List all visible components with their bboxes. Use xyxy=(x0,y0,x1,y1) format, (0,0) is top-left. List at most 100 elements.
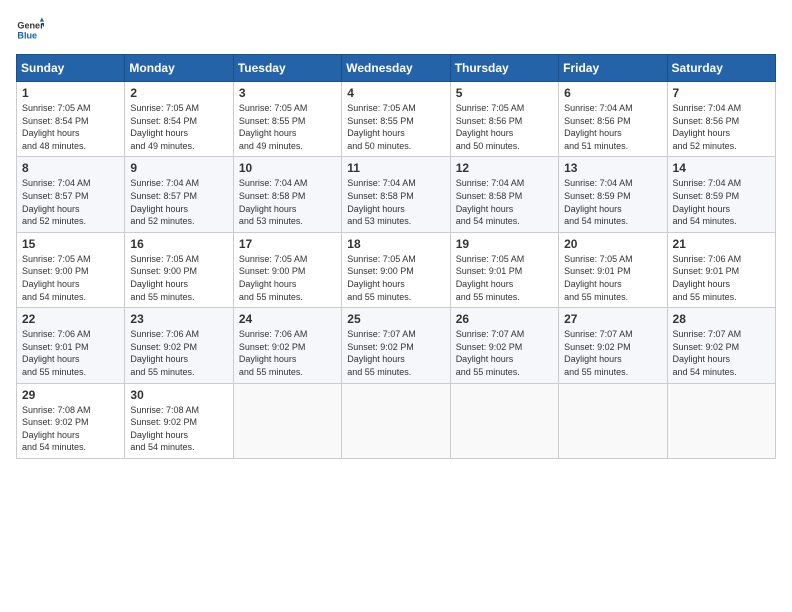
calendar-header-tuesday: Tuesday xyxy=(233,55,341,82)
calendar-cell xyxy=(233,383,341,458)
day-info: Sunrise: 7:05 AM Sunset: 8:55 PM Dayligh… xyxy=(239,102,336,152)
calendar-cell: 23 Sunrise: 7:06 AM Sunset: 9:02 PM Dayl… xyxy=(125,308,233,383)
calendar-header-friday: Friday xyxy=(559,55,667,82)
calendar-header-saturday: Saturday xyxy=(667,55,775,82)
day-info: Sunrise: 7:05 AM Sunset: 9:00 PM Dayligh… xyxy=(22,253,119,303)
day-number: 25 xyxy=(347,312,444,326)
day-number: 1 xyxy=(22,86,119,100)
calendar-cell xyxy=(667,383,775,458)
day-number: 13 xyxy=(564,161,661,175)
day-info: Sunrise: 7:05 AM Sunset: 8:55 PM Dayligh… xyxy=(347,102,444,152)
calendar-cell: 16 Sunrise: 7:05 AM Sunset: 9:00 PM Dayl… xyxy=(125,232,233,307)
day-number: 4 xyxy=(347,86,444,100)
svg-text:Blue: Blue xyxy=(17,30,37,40)
day-info: Sunrise: 7:05 AM Sunset: 9:01 PM Dayligh… xyxy=(564,253,661,303)
day-number: 30 xyxy=(130,388,227,402)
calendar-cell: 3 Sunrise: 7:05 AM Sunset: 8:55 PM Dayli… xyxy=(233,82,341,157)
calendar-cell: 19 Sunrise: 7:05 AM Sunset: 9:01 PM Dayl… xyxy=(450,232,558,307)
day-number: 6 xyxy=(564,86,661,100)
calendar-cell: 22 Sunrise: 7:06 AM Sunset: 9:01 PM Dayl… xyxy=(17,308,125,383)
calendar-header-row: SundayMondayTuesdayWednesdayThursdayFrid… xyxy=(17,55,776,82)
calendar-cell: 9 Sunrise: 7:04 AM Sunset: 8:57 PM Dayli… xyxy=(125,157,233,232)
day-number: 22 xyxy=(22,312,119,326)
day-number: 10 xyxy=(239,161,336,175)
day-info: Sunrise: 7:07 AM Sunset: 9:02 PM Dayligh… xyxy=(347,328,444,378)
day-number: 5 xyxy=(456,86,553,100)
day-info: Sunrise: 7:04 AM Sunset: 8:59 PM Dayligh… xyxy=(673,177,770,227)
day-number: 14 xyxy=(673,161,770,175)
calendar-table: SundayMondayTuesdayWednesdayThursdayFrid… xyxy=(16,54,776,459)
calendar-cell xyxy=(450,383,558,458)
day-info: Sunrise: 7:05 AM Sunset: 9:01 PM Dayligh… xyxy=(456,253,553,303)
day-number: 24 xyxy=(239,312,336,326)
day-info: Sunrise: 7:04 AM Sunset: 8:56 PM Dayligh… xyxy=(564,102,661,152)
day-info: Sunrise: 7:07 AM Sunset: 9:02 PM Dayligh… xyxy=(564,328,661,378)
calendar-header-monday: Monday xyxy=(125,55,233,82)
header: General Blue xyxy=(16,16,776,44)
calendar-week-3: 15 Sunrise: 7:05 AM Sunset: 9:00 PM Dayl… xyxy=(17,232,776,307)
calendar-cell: 5 Sunrise: 7:05 AM Sunset: 8:56 PM Dayli… xyxy=(450,82,558,157)
day-info: Sunrise: 7:05 AM Sunset: 9:00 PM Dayligh… xyxy=(239,253,336,303)
day-number: 28 xyxy=(673,312,770,326)
day-info: Sunrise: 7:04 AM Sunset: 8:56 PM Dayligh… xyxy=(673,102,770,152)
day-info: Sunrise: 7:05 AM Sunset: 8:56 PM Dayligh… xyxy=(456,102,553,152)
calendar-cell xyxy=(559,383,667,458)
calendar-body: 1 Sunrise: 7:05 AM Sunset: 8:54 PM Dayli… xyxy=(17,82,776,459)
calendar-header-sunday: Sunday xyxy=(17,55,125,82)
day-info: Sunrise: 7:05 AM Sunset: 9:00 PM Dayligh… xyxy=(347,253,444,303)
day-info: Sunrise: 7:04 AM Sunset: 8:58 PM Dayligh… xyxy=(347,177,444,227)
calendar-cell: 10 Sunrise: 7:04 AM Sunset: 8:58 PM Dayl… xyxy=(233,157,341,232)
day-number: 3 xyxy=(239,86,336,100)
day-info: Sunrise: 7:05 AM Sunset: 8:54 PM Dayligh… xyxy=(22,102,119,152)
calendar-cell: 1 Sunrise: 7:05 AM Sunset: 8:54 PM Dayli… xyxy=(17,82,125,157)
calendar-week-4: 22 Sunrise: 7:06 AM Sunset: 9:01 PM Dayl… xyxy=(17,308,776,383)
day-info: Sunrise: 7:06 AM Sunset: 9:02 PM Dayligh… xyxy=(239,328,336,378)
day-number: 26 xyxy=(456,312,553,326)
calendar-cell: 6 Sunrise: 7:04 AM Sunset: 8:56 PM Dayli… xyxy=(559,82,667,157)
day-number: 18 xyxy=(347,237,444,251)
calendar-week-5: 29 Sunrise: 7:08 AM Sunset: 9:02 PM Dayl… xyxy=(17,383,776,458)
calendar-week-2: 8 Sunrise: 7:04 AM Sunset: 8:57 PM Dayli… xyxy=(17,157,776,232)
day-info: Sunrise: 7:04 AM Sunset: 8:58 PM Dayligh… xyxy=(239,177,336,227)
calendar-cell: 11 Sunrise: 7:04 AM Sunset: 8:58 PM Dayl… xyxy=(342,157,450,232)
day-number: 11 xyxy=(347,161,444,175)
calendar-cell: 15 Sunrise: 7:05 AM Sunset: 9:00 PM Dayl… xyxy=(17,232,125,307)
day-number: 23 xyxy=(130,312,227,326)
svg-text:General: General xyxy=(17,21,44,31)
day-info: Sunrise: 7:07 AM Sunset: 9:02 PM Dayligh… xyxy=(673,328,770,378)
day-number: 8 xyxy=(22,161,119,175)
day-info: Sunrise: 7:04 AM Sunset: 8:58 PM Dayligh… xyxy=(456,177,553,227)
day-number: 7 xyxy=(673,86,770,100)
calendar-cell: 25 Sunrise: 7:07 AM Sunset: 9:02 PM Dayl… xyxy=(342,308,450,383)
day-info: Sunrise: 7:06 AM Sunset: 9:01 PM Dayligh… xyxy=(22,328,119,378)
day-info: Sunrise: 7:04 AM Sunset: 8:59 PM Dayligh… xyxy=(564,177,661,227)
calendar-cell: 2 Sunrise: 7:05 AM Sunset: 8:54 PM Dayli… xyxy=(125,82,233,157)
day-number: 2 xyxy=(130,86,227,100)
day-number: 15 xyxy=(22,237,119,251)
logo: General Blue xyxy=(16,16,44,44)
calendar-cell: 12 Sunrise: 7:04 AM Sunset: 8:58 PM Dayl… xyxy=(450,157,558,232)
calendar-cell: 8 Sunrise: 7:04 AM Sunset: 8:57 PM Dayli… xyxy=(17,157,125,232)
day-info: Sunrise: 7:05 AM Sunset: 8:54 PM Dayligh… xyxy=(130,102,227,152)
day-info: Sunrise: 7:08 AM Sunset: 9:02 PM Dayligh… xyxy=(130,404,227,454)
calendar-cell: 4 Sunrise: 7:05 AM Sunset: 8:55 PM Dayli… xyxy=(342,82,450,157)
calendar-week-1: 1 Sunrise: 7:05 AM Sunset: 8:54 PM Dayli… xyxy=(17,82,776,157)
calendar-cell: 24 Sunrise: 7:06 AM Sunset: 9:02 PM Dayl… xyxy=(233,308,341,383)
day-number: 20 xyxy=(564,237,661,251)
day-info: Sunrise: 7:04 AM Sunset: 8:57 PM Dayligh… xyxy=(130,177,227,227)
day-number: 12 xyxy=(456,161,553,175)
calendar-cell: 13 Sunrise: 7:04 AM Sunset: 8:59 PM Dayl… xyxy=(559,157,667,232)
calendar-cell: 27 Sunrise: 7:07 AM Sunset: 9:02 PM Dayl… xyxy=(559,308,667,383)
day-number: 27 xyxy=(564,312,661,326)
calendar-cell: 20 Sunrise: 7:05 AM Sunset: 9:01 PM Dayl… xyxy=(559,232,667,307)
day-info: Sunrise: 7:06 AM Sunset: 9:01 PM Dayligh… xyxy=(673,253,770,303)
generalblue-logo-icon: General Blue xyxy=(16,16,44,44)
calendar-cell: 21 Sunrise: 7:06 AM Sunset: 9:01 PM Dayl… xyxy=(667,232,775,307)
day-info: Sunrise: 7:05 AM Sunset: 9:00 PM Dayligh… xyxy=(130,253,227,303)
calendar-cell: 7 Sunrise: 7:04 AM Sunset: 8:56 PM Dayli… xyxy=(667,82,775,157)
calendar-cell: 30 Sunrise: 7:08 AM Sunset: 9:02 PM Dayl… xyxy=(125,383,233,458)
calendar-cell xyxy=(342,383,450,458)
calendar-cell: 14 Sunrise: 7:04 AM Sunset: 8:59 PM Dayl… xyxy=(667,157,775,232)
day-info: Sunrise: 7:06 AM Sunset: 9:02 PM Dayligh… xyxy=(130,328,227,378)
day-number: 16 xyxy=(130,237,227,251)
